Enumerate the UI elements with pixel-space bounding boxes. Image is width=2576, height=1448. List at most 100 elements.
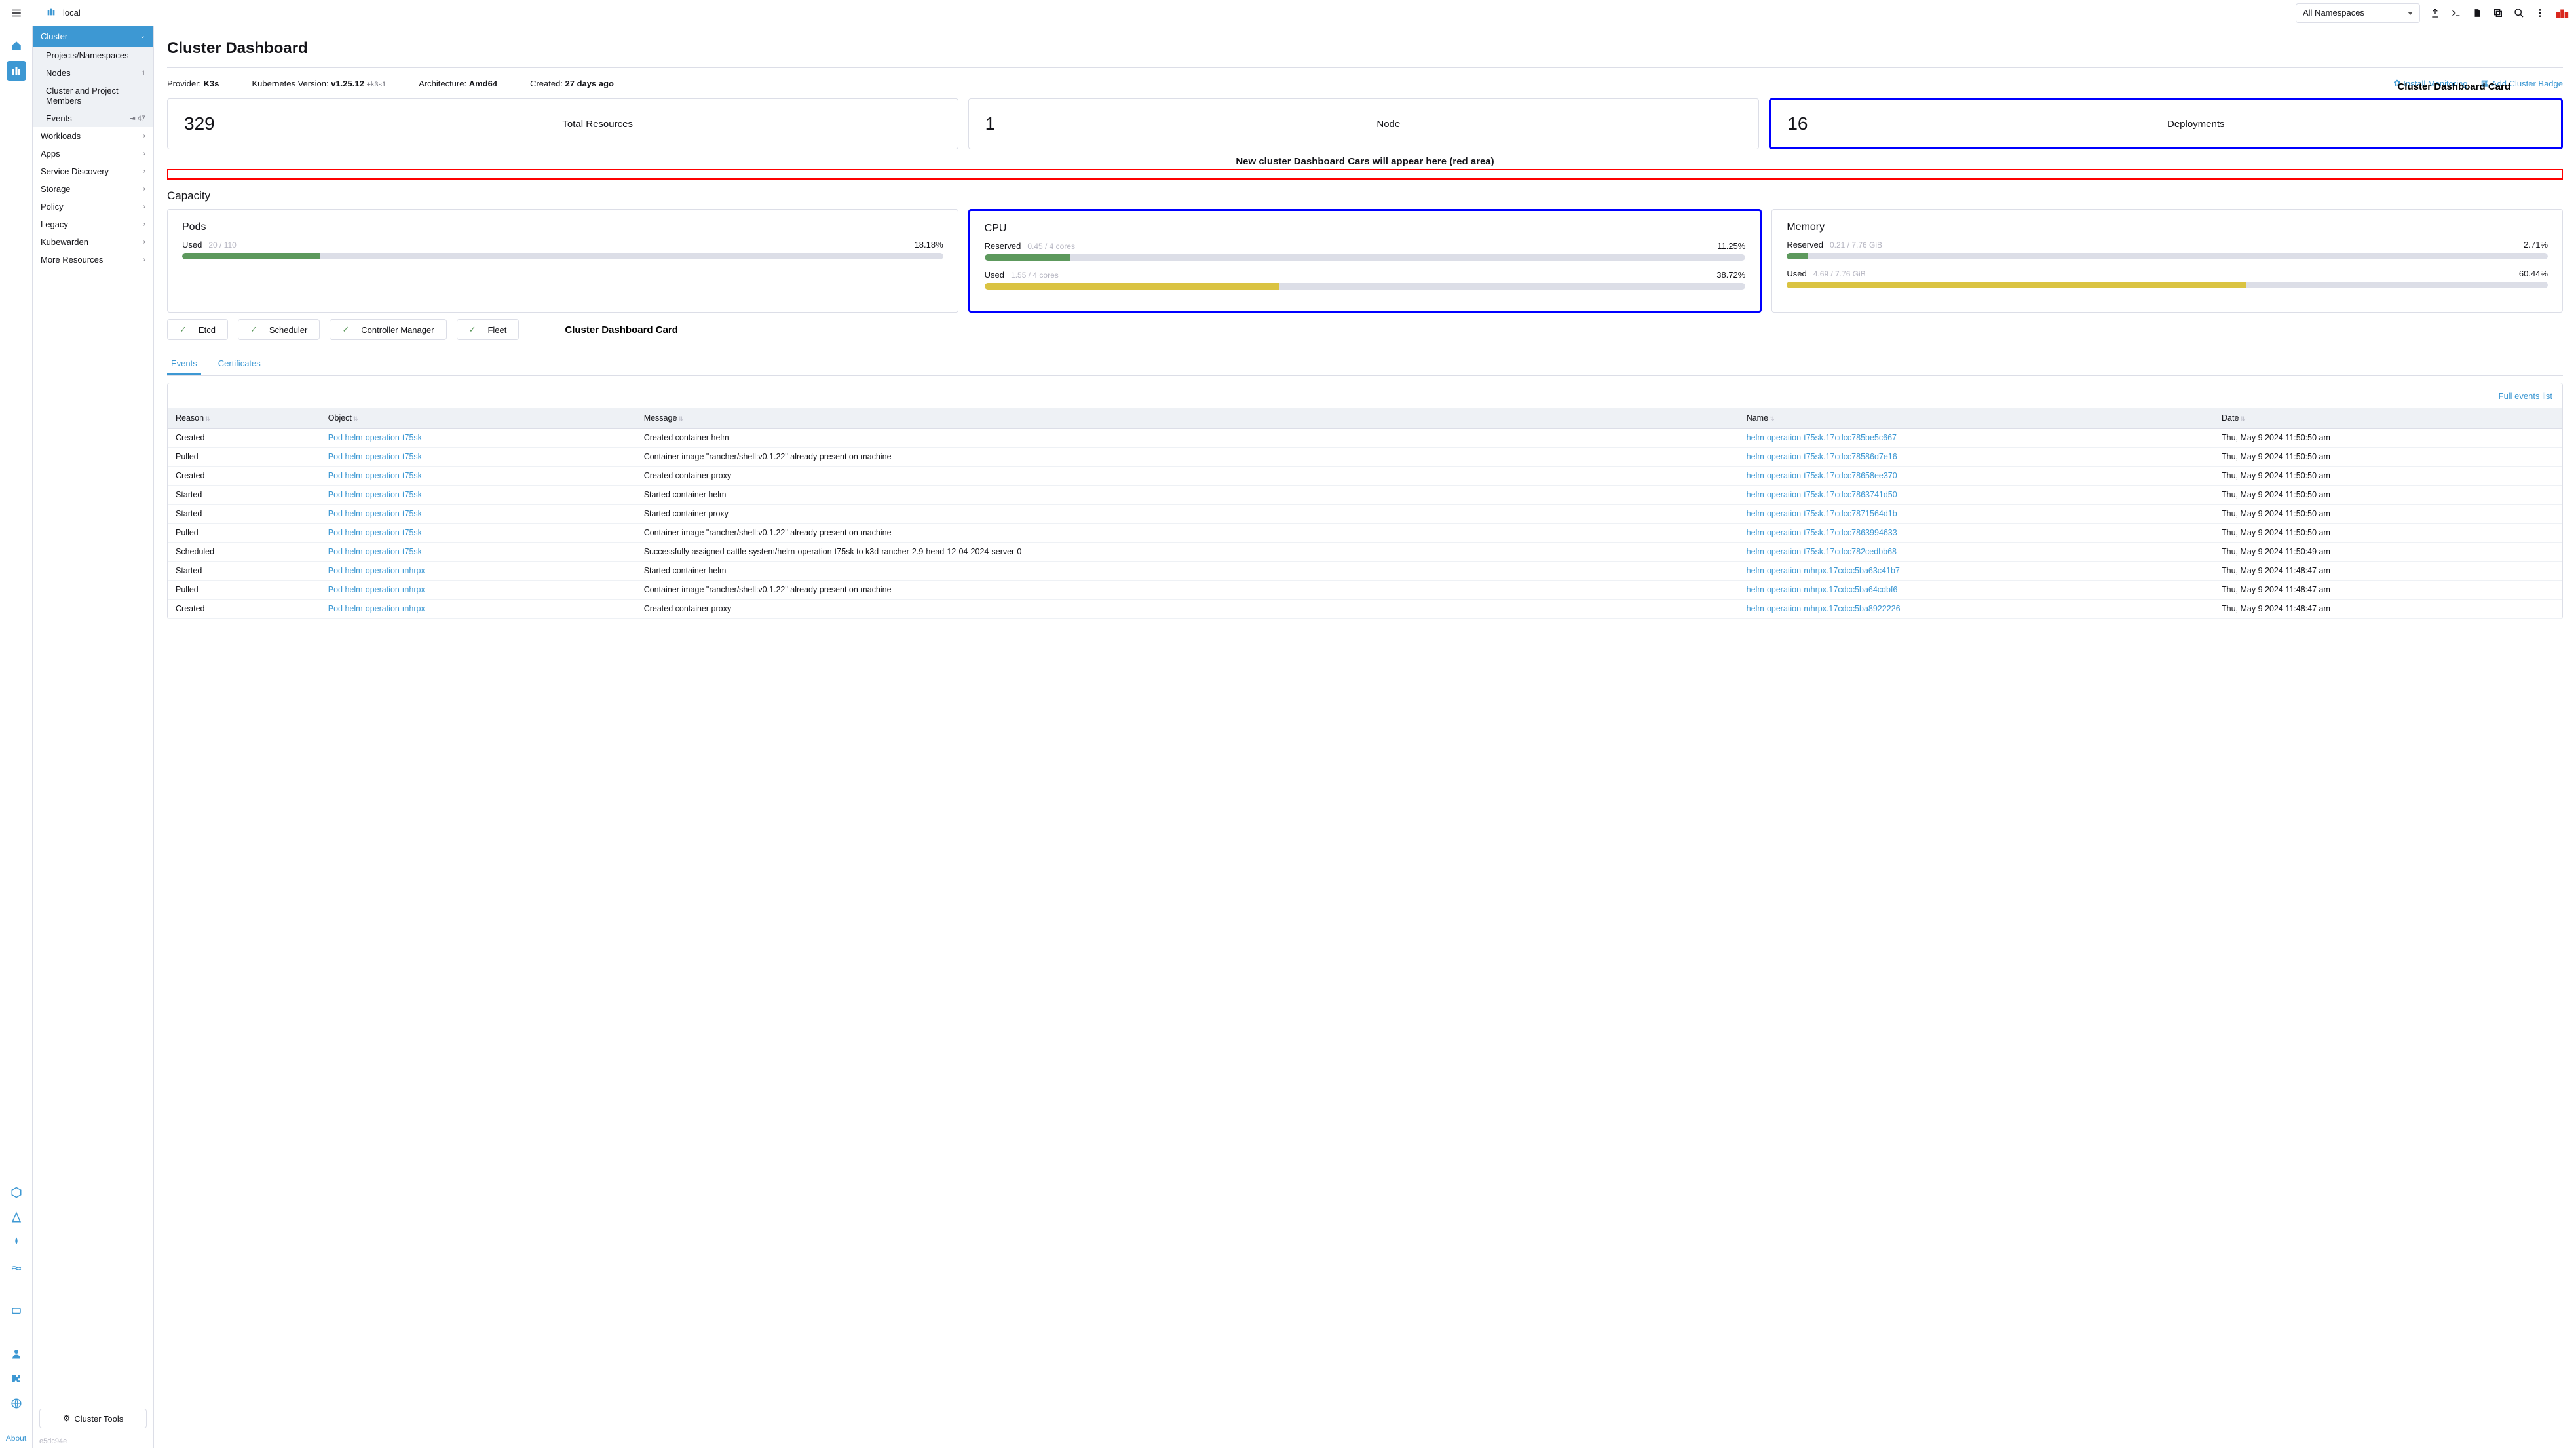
rail-icon-2[interactable] [7,1208,26,1227]
check-icon: ✓ [469,324,476,335]
globe-icon[interactable] [7,1394,26,1413]
sidebar-section[interactable]: Legacy› [33,216,153,233]
table-row: PulledPod helm-operation-t75skContainer … [168,524,2562,543]
sidebar: Cluster ⌄ Projects/NamespacesNodes1Clust… [33,26,154,1448]
name-link[interactable]: helm-operation-t75sk.17cdcc78658ee370 [1747,471,1897,480]
health-item: ✓Scheduler [238,319,320,340]
table-header[interactable]: Date⇅ [2214,408,2562,429]
table-header[interactable]: Message⇅ [636,408,1739,429]
name-link[interactable]: helm-operation-t75sk.17cdcc7871564d1b [1747,509,1897,518]
rail-icon-5[interactable] [7,1301,26,1320]
object-link[interactable]: Pod helm-operation-mhrpx [328,604,425,613]
main-content: Cluster Dashboard Provider: K3s Kubernet… [154,26,2576,1448]
architecture-info: Architecture: Amd64 [419,79,497,88]
object-link[interactable]: Pod helm-operation-t75sk [328,528,422,537]
dashboard-card[interactable]: 329Total Resources [167,98,958,149]
name-link[interactable]: helm-operation-t75sk.17cdcc785be5c667 [1747,433,1897,442]
rail-icon-4[interactable] [7,1257,26,1277]
events-table: Reason⇅Object⇅Message⇅Name⇅Date⇅ Created… [168,408,2562,619]
sidebar-section[interactable]: Workloads› [33,127,153,145]
object-link[interactable]: Pod helm-operation-mhrpx [328,566,425,575]
sidebar-section[interactable]: Storage› [33,180,153,198]
namespace-select[interactable]: All Namespaces [2296,3,2420,23]
cluster-breadcrumb[interactable]: local [46,7,81,19]
check-icon: ✓ [342,324,349,335]
rancher-logo[interactable] [2555,6,2569,20]
sidebar-section[interactable]: Policy› [33,198,153,216]
table-header[interactable]: Object⇅ [320,408,636,429]
home-icon[interactable] [7,36,26,56]
dashboard-card[interactable]: 16Deployments [1769,98,2563,149]
top-bar: local All Namespaces [0,0,2576,26]
table-row: PulledPod helm-operation-mhrpxContainer … [168,581,2562,600]
upload-icon[interactable] [2429,7,2441,19]
kebab-menu-icon[interactable] [2534,7,2546,19]
health-item: ✓Fleet [457,319,520,340]
name-link[interactable]: helm-operation-t75sk.17cdcc7863994633 [1747,528,1897,537]
sidebar-sub-item[interactable]: Projects/Namespaces [33,47,153,64]
puzzle-icon[interactable] [7,1369,26,1388]
full-events-link[interactable]: Full events list [168,391,2562,408]
cluster-tools-button[interactable]: ⚙ Cluster Tools [39,1409,147,1428]
cluster-rail-icon[interactable] [7,61,26,81]
health-item: ✓Etcd [167,319,228,340]
memory-card: Memory Reserved0.21 / 7.76 GiB2.71% Used… [1771,209,2563,313]
hamburger-menu[interactable] [7,3,26,23]
object-link[interactable]: Pod helm-operation-t75sk [328,509,422,518]
name-link[interactable]: helm-operation-t75sk.17cdcc78586d7e16 [1747,452,1897,461]
name-link[interactable]: helm-operation-mhrpx.17cdcc5ba63c41b7 [1747,566,1900,575]
sidebar-section[interactable]: Service Discovery› [33,162,153,180]
dashboard-card[interactable]: 1Node [968,98,1760,149]
sidebar-sub-item[interactable]: Cluster and Project Members [33,82,153,109]
name-link[interactable]: helm-operation-mhrpx.17cdcc5ba64cdbf6 [1747,585,1898,594]
table-header[interactable]: Name⇅ [1739,408,2214,429]
left-rail: About [0,26,33,1448]
capacity-title: Capacity [167,189,2563,202]
sidebar-section[interactable]: Apps› [33,145,153,162]
gear-icon: ⚙ [63,1413,71,1424]
table-row: PulledPod helm-operation-t75skContainer … [168,448,2562,467]
provider-info: Provider: K3s [167,79,219,88]
tab-certificates[interactable]: Certificates [214,353,265,375]
name-link[interactable]: helm-operation-t75sk.17cdcc7863741d50 [1747,490,1897,499]
events-panel: Full events list Reason⇅Object⇅Message⇅N… [167,383,2563,619]
object-link[interactable]: Pod helm-operation-t75sk [328,547,422,556]
pods-card: Pods Used20 / 11018.18% [167,209,958,313]
object-link[interactable]: Pod helm-operation-t75sk [328,452,422,461]
rail-icon-3[interactable] [7,1232,26,1252]
created-info: Created: 27 days ago [530,79,614,88]
table-row: StartedPod helm-operation-t75skStarted c… [168,486,2562,505]
cluster-name: local [63,8,81,18]
object-link[interactable]: Pod helm-operation-t75sk [328,433,422,442]
table-row: StartedPod helm-operation-mhrpxStarted c… [168,562,2562,581]
sidebar-section[interactable]: More Resources› [33,251,153,269]
health-item: ✓Controller Manager [330,319,446,340]
table-row: CreatedPod helm-operation-t75skCreated c… [168,467,2562,486]
name-link[interactable]: helm-operation-t75sk.17cdcc782cedbb68 [1747,547,1897,556]
object-link[interactable]: Pod helm-operation-mhrpx [328,585,425,594]
k8s-version-info: Kubernetes Version: v1.25.12 +k3s1 [252,79,387,88]
tab-events[interactable]: Events [167,353,201,375]
check-icon: ✓ [250,324,257,335]
object-link[interactable]: Pod helm-operation-t75sk [328,471,422,480]
search-icon[interactable] [2513,7,2525,19]
table-row: ScheduledPod helm-operation-t75skSuccess… [168,543,2562,562]
user-icon[interactable] [7,1344,26,1363]
object-link[interactable]: Pod helm-operation-t75sk [328,490,422,499]
rail-icon-1[interactable] [7,1183,26,1202]
table-header[interactable]: Reason⇅ [168,408,320,429]
sidebar-sub-item[interactable]: Nodes1 [33,64,153,82]
sidebar-cluster-header[interactable]: Cluster ⌄ [33,26,153,47]
sidebar-sub-item[interactable]: Events⇥ 47 [33,109,153,127]
about-link[interactable]: About [6,1434,26,1443]
check-icon: ✓ [180,324,187,335]
copy-icon[interactable] [2492,7,2504,19]
terminal-icon[interactable] [2450,7,2462,19]
sidebar-section[interactable]: Kubewarden› [33,233,153,251]
file-icon[interactable] [2471,7,2483,19]
red-annotation-box [167,169,2563,180]
cluster-icon [46,7,56,19]
name-link[interactable]: helm-operation-mhrpx.17cdcc5ba8922226 [1747,604,1901,613]
annotation-red-text: New cluster Dashboard Cars will appear h… [167,156,2563,167]
annotation-card-label: Cluster Dashboard Card [2397,81,2510,92]
